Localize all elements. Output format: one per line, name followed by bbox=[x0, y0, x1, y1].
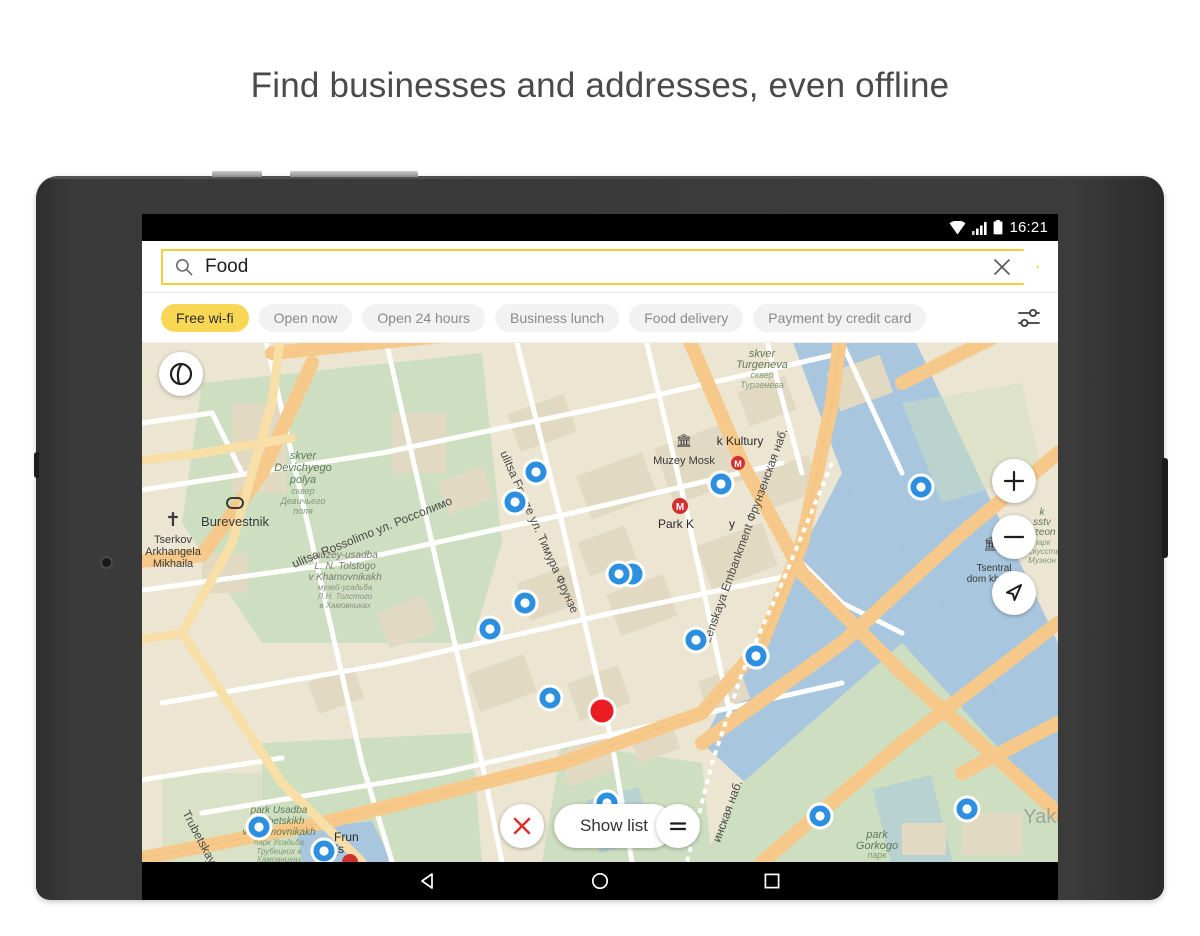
svg-text:Devichyego: Devichyego bbox=[274, 462, 331, 474]
tablet-screen: 16:21 Food Free wi-fi Open now Open 24 h… bbox=[142, 214, 1058, 862]
locate-button[interactable] bbox=[992, 571, 1036, 615]
volume-button[interactable] bbox=[212, 171, 262, 177]
tablet-device: 16:21 Food Free wi-fi Open now Open 24 h… bbox=[34, 171, 1168, 936]
svg-text:y: y bbox=[729, 517, 735, 531]
svg-text:k Kultury: k Kultury bbox=[717, 434, 764, 448]
back-key[interactable] bbox=[418, 871, 438, 891]
cellular-signal-icon bbox=[972, 221, 988, 235]
filter-chip-payment-by-credit-card[interactable]: Payment by credit card bbox=[753, 303, 927, 332]
wifi-icon bbox=[949, 220, 966, 235]
svg-text:М: М bbox=[734, 459, 742, 469]
filter-chip-row: Free wi-fi Open now Open 24 hours Busine… bbox=[142, 293, 1058, 343]
search-icon bbox=[175, 258, 193, 276]
svg-text:Девичьего: Девичьего bbox=[280, 496, 326, 506]
recents-key[interactable] bbox=[762, 871, 782, 891]
close-icon bbox=[513, 817, 531, 835]
plus-icon bbox=[1003, 470, 1025, 492]
search-field-outline bbox=[161, 249, 1039, 285]
svg-text:Muzey Mosk: Muzey Mosk bbox=[653, 455, 715, 467]
search-bar: Food bbox=[142, 241, 1058, 293]
equals-menu-icon bbox=[669, 822, 687, 831]
zoom-in-button[interactable] bbox=[992, 459, 1036, 503]
svg-text:muzey-usadba: muzey-usadba bbox=[312, 550, 378, 561]
svg-text:Музеон: Музеон bbox=[1028, 556, 1056, 565]
android-nav-bar bbox=[142, 862, 1058, 900]
svg-text:М: М bbox=[676, 502, 684, 513]
svg-text:сквер: сквер bbox=[750, 370, 773, 380]
selected-map-pin bbox=[587, 696, 617, 726]
svg-text:Хамовниках: Хамовниках bbox=[256, 855, 303, 862]
sliders-icon[interactable] bbox=[1016, 305, 1042, 331]
filter-chip-free-wifi[interactable]: Free wi-fi bbox=[161, 303, 249, 332]
page-title: Find businesses and addresses, even offl… bbox=[250, 66, 950, 105]
svg-text:Yaki: Yaki bbox=[1023, 806, 1058, 828]
map-viewport[interactable]: skver Devichyego polya сквер Девичьего п… bbox=[142, 343, 1058, 862]
svg-text:L. N. Tolstogo: L. N. Tolstogo bbox=[314, 561, 376, 572]
svg-text:skver: skver bbox=[290, 450, 318, 462]
svg-text:✝: ✝ bbox=[165, 510, 181, 531]
battery-icon bbox=[993, 220, 1003, 235]
svg-text:в Хамовниках: в Хамовниках bbox=[319, 601, 371, 610]
power-button[interactable] bbox=[290, 171, 418, 177]
svg-text:Arkhangela: Arkhangela bbox=[145, 546, 202, 558]
android-status-bar: 16:21 bbox=[142, 214, 1058, 241]
svg-text:Tserkov: Tserkov bbox=[154, 534, 192, 546]
zoom-out-button[interactable] bbox=[992, 515, 1036, 559]
svg-text:v Khamovnikakh: v Khamovnikakh bbox=[308, 572, 382, 583]
circle-home-icon bbox=[591, 872, 609, 890]
svg-text:Mikhaila: Mikhaila bbox=[153, 558, 194, 570]
minus-icon bbox=[1003, 535, 1025, 539]
triangle-back-icon bbox=[421, 873, 433, 889]
svg-text:поля: поля bbox=[293, 506, 313, 516]
svg-text:polya: polya bbox=[289, 474, 316, 486]
svg-text:музей-усадьба: музей-усадьба bbox=[318, 583, 373, 592]
map-render: skver Devichyego polya сквер Девичьего п… bbox=[142, 343, 1058, 862]
home-key[interactable] bbox=[590, 871, 610, 891]
svg-text:сквер: сквер bbox=[291, 486, 314, 496]
filter-chip-business-lunch[interactable]: Business lunch bbox=[495, 303, 620, 332]
search-query-text: Food bbox=[205, 256, 249, 277]
filter-chip-open-24-hours[interactable]: Open 24 hours bbox=[362, 303, 486, 332]
svg-text:🏛: 🏛 bbox=[676, 433, 693, 448]
list-menu-button[interactable] bbox=[656, 804, 700, 848]
maps-app: Food Free wi-fi Open now Open 24 hours B… bbox=[142, 241, 1058, 862]
filter-chip-open-now[interactable]: Open now bbox=[258, 303, 353, 332]
svg-text:Тургенева: Тургенева bbox=[740, 380, 784, 390]
front-camera bbox=[102, 558, 111, 567]
compass-icon bbox=[169, 362, 193, 386]
svg-text:Burevestnik: Burevestnik bbox=[201, 514, 269, 529]
status-clock: 16:21 bbox=[1009, 219, 1048, 236]
svg-text:Park K: Park K bbox=[658, 517, 694, 531]
navigation-arrow-icon bbox=[1006, 584, 1022, 601]
filter-chip-food-delivery[interactable]: Food delivery bbox=[629, 303, 744, 332]
close-icon[interactable] bbox=[991, 256, 1013, 278]
search-input[interactable]: Food bbox=[161, 249, 1039, 285]
svg-text:Л.Н. Толстого: Л.Н. Толстого bbox=[317, 592, 373, 601]
compass-button[interactable] bbox=[159, 352, 203, 396]
svg-text:парк: парк bbox=[867, 850, 887, 860]
close-results-button[interactable] bbox=[500, 804, 544, 848]
square-recents-icon bbox=[764, 873, 780, 889]
svg-text:парк: парк bbox=[1033, 538, 1051, 547]
side-button[interactable] bbox=[1162, 458, 1168, 558]
left-port bbox=[34, 452, 39, 478]
